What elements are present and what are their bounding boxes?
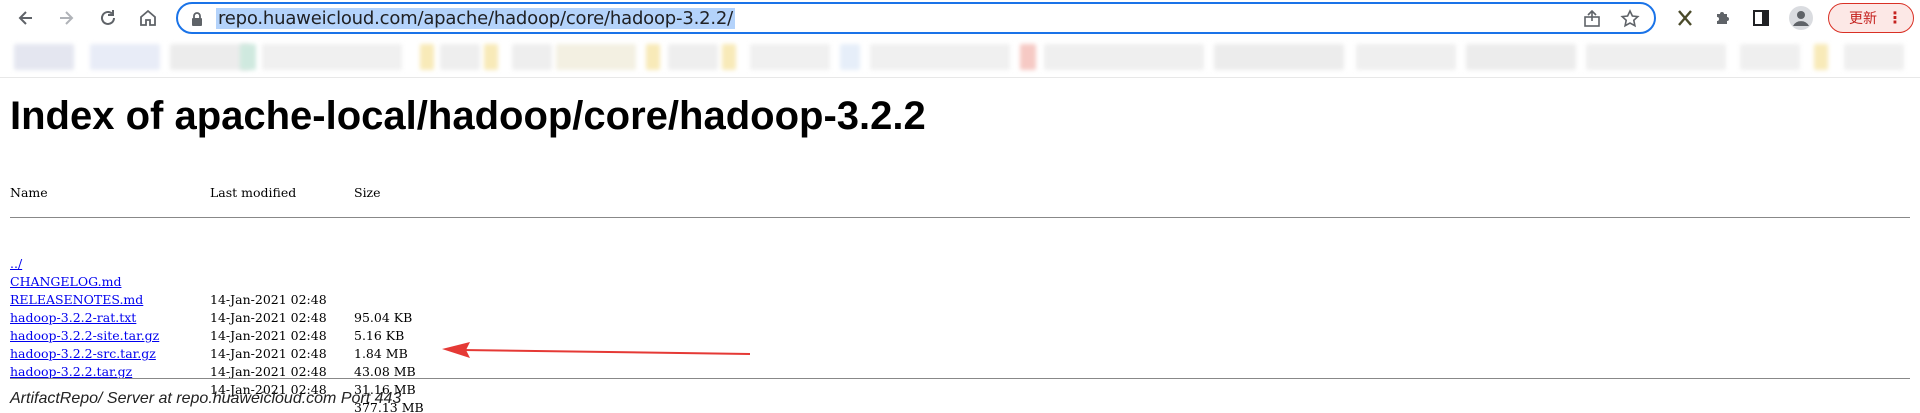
file-link[interactable]: hadoop-3.2.2-rat.txt	[10, 309, 136, 327]
file-size: 5.16 KB	[354, 328, 405, 343]
divider	[10, 217, 1910, 218]
bookmark-item[interactable]	[646, 44, 660, 70]
bookmark-item[interactable]	[440, 44, 480, 70]
annotation-arrow	[442, 342, 751, 358]
bookmark-item[interactable]	[14, 44, 74, 70]
bookmark-item[interactable]	[1214, 44, 1344, 70]
bookmark-item[interactable]	[170, 44, 250, 70]
bookmark-item[interactable]	[1740, 44, 1800, 70]
bookmark-item[interactable]	[484, 44, 498, 70]
bookmark-item[interactable]	[240, 44, 256, 70]
bookmark-item[interactable]	[512, 44, 552, 70]
bookmark-item[interactable]	[1466, 44, 1576, 70]
server-footer: ArtifactRepo/ Server at repo.huaweicloud…	[10, 390, 402, 407]
puzzle-icon	[1717, 12, 1729, 24]
bookmark-item[interactable]	[722, 44, 736, 70]
menu-icon[interactable]: ⋮	[1887, 8, 1903, 28]
lock-icon[interactable]	[190, 11, 204, 27]
bookmark-item[interactable]	[1814, 44, 1828, 70]
bookmark-item[interactable]	[1044, 44, 1204, 70]
divider	[10, 378, 1910, 379]
file-modified: 14-Jan-2021 02:48	[210, 346, 327, 361]
file-size: 1.84 MB	[354, 346, 408, 361]
bookmark-item[interactable]	[750, 44, 830, 70]
share-icon[interactable]	[1582, 9, 1602, 29]
file-modified: 14-Jan-2021 02:48	[210, 292, 327, 307]
extension-x-icon	[1678, 10, 1692, 26]
update-label: 更新	[1849, 11, 1877, 27]
bookmarks-bar	[0, 38, 1920, 78]
extension-x-button[interactable]	[1672, 5, 1698, 31]
parent-directory-row: ../	[10, 237, 26, 271]
home-button[interactable]	[134, 4, 162, 32]
bookmark-item[interactable]	[870, 44, 1010, 70]
bookmark-item[interactable]	[1020, 44, 1036, 70]
file-link[interactable]: RELEASENOTES.md	[10, 291, 143, 309]
file-link[interactable]: hadoop-3.2.2-site.tar.gz	[10, 327, 159, 345]
file-size: 95.04 KB	[354, 310, 413, 325]
bookmark-item[interactable]	[420, 44, 434, 70]
forward-icon	[60, 11, 74, 25]
file-row: hadoop-3.2.2-rat.txt 14-Jan-2021 02:48 1…	[10, 291, 408, 361]
file-row: RELEASENOTES.md 14-Jan-2021 02:48 5.16 K…	[10, 273, 404, 343]
back-icon	[18, 11, 32, 25]
file-row: hadoop-3.2.2.tar.gz 14-Jan-2021 02:48 37…	[10, 345, 424, 413]
url-text[interactable]: repo.huaweicloud.com/apache/hadoop/core/…	[216, 8, 735, 29]
file-modified: 14-Jan-2021 02:48	[210, 310, 327, 325]
page-title: Index of apache-local/hadoop/core/hadoop…	[10, 94, 926, 138]
sidebar-icon	[1753, 10, 1769, 26]
address-bar[interactable]: repo.huaweicloud.com/apache/hadoop/core/…	[176, 2, 1656, 34]
update-button[interactable]: 更新 ⋮	[1828, 3, 1914, 33]
bookmark-item[interactable]	[1356, 44, 1456, 70]
reload-button[interactable]	[94, 4, 122, 32]
side-panel-button[interactable]	[1748, 5, 1774, 31]
file-link[interactable]: CHANGELOG.md	[10, 273, 121, 291]
profile-icon	[1789, 6, 1813, 30]
star-icon[interactable]	[1620, 9, 1640, 29]
bookmark-item[interactable]	[1586, 44, 1726, 70]
file-link[interactable]: hadoop-3.2.2-src.tar.gz	[10, 345, 156, 363]
column-header-size: Size	[354, 185, 381, 200]
file-row: hadoop-3.2.2-site.tar.gz 14-Jan-2021 02:…	[10, 309, 416, 379]
home-icon	[140, 9, 156, 26]
bookmark-item[interactable]	[840, 44, 860, 70]
bookmark-item[interactable]	[668, 44, 718, 70]
browser-toolbar: repo.huaweicloud.com/apache/hadoop/core/…	[0, 0, 1920, 36]
back-button[interactable]	[12, 4, 40, 32]
extensions-button[interactable]	[1710, 5, 1736, 31]
bookmark-item[interactable]	[556, 44, 636, 70]
forward-button[interactable]	[52, 4, 80, 32]
bookmark-item[interactable]	[90, 44, 160, 70]
file-row: hadoop-3.2.2-src.tar.gz 14-Jan-2021 02:4…	[10, 327, 416, 397]
reload-icon	[101, 10, 115, 25]
column-header-modified: Last modified	[210, 185, 297, 200]
column-header-name: Name	[10, 185, 48, 200]
bookmark-item[interactable]	[262, 44, 402, 70]
profile-button[interactable]	[1788, 5, 1814, 31]
file-modified: 14-Jan-2021 02:48	[210, 328, 327, 343]
file-row: CHANGELOG.md 14-Jan-2021 02:48 95.04 KB	[10, 255, 412, 325]
bookmark-item[interactable]	[1844, 44, 1904, 70]
